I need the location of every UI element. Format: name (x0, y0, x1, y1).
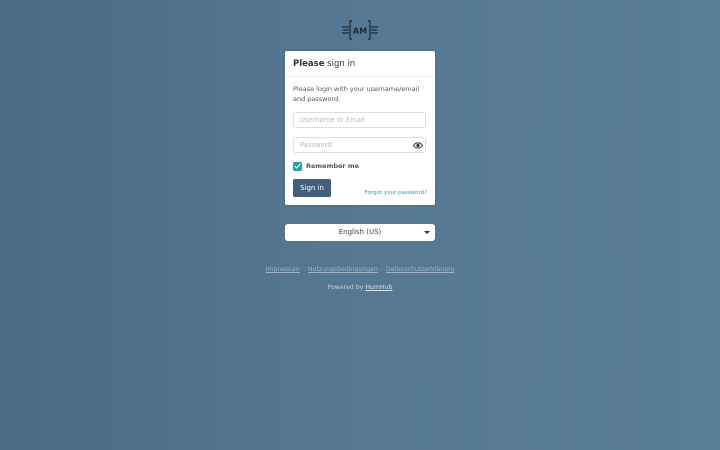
login-instructions: Please login with your username/email an… (293, 85, 420, 103)
sign-in-button[interactable]: Sign in (293, 179, 331, 197)
checkbox-checked-icon[interactable] (293, 161, 302, 171)
humhub-link[interactable]: HumHub (365, 284, 392, 291)
powered-by-prefix: Powered by (327, 284, 364, 291)
impressum-link[interactable]: Impressum (266, 266, 300, 273)
language-selected-value: English (US) (338, 228, 382, 236)
forgot-password-link[interactable]: Forgot your password? (365, 190, 427, 196)
username-field (293, 112, 426, 128)
divider (285, 76, 435, 77)
footer-separator: · (380, 266, 383, 273)
terms-link[interactable]: Nutzungsbedingungen (308, 266, 378, 273)
caret-down-icon (424, 231, 430, 234)
footer-links: Impressum · Nutzungsbedingungen · Datenschut… (0, 266, 720, 273)
logo-text: AM (353, 27, 367, 36)
heading-bold: Please (293, 59, 325, 69)
password-field (293, 137, 426, 153)
footer-separator: · (302, 266, 305, 273)
remember-me-label: Remember me (306, 162, 360, 170)
heading-rest: sign in (327, 59, 356, 69)
login-panel: Please sign in Please login with your us… (285, 51, 435, 205)
privacy-link[interactable]: Datenschutzerklärung (386, 266, 455, 273)
password-input[interactable] (294, 138, 425, 152)
panel-heading: Please sign in (293, 59, 355, 69)
remember-me-checkbox[interactable]: Remember me (293, 161, 359, 171)
language-select[interactable]: English (US) (285, 224, 435, 241)
checkmark-icon (294, 163, 301, 169)
username-input[interactable] (294, 113, 425, 127)
eye-icon[interactable] (413, 141, 423, 150)
logo-icon: AM (342, 20, 378, 40)
powered-by: Powered by HumHub (0, 284, 720, 291)
